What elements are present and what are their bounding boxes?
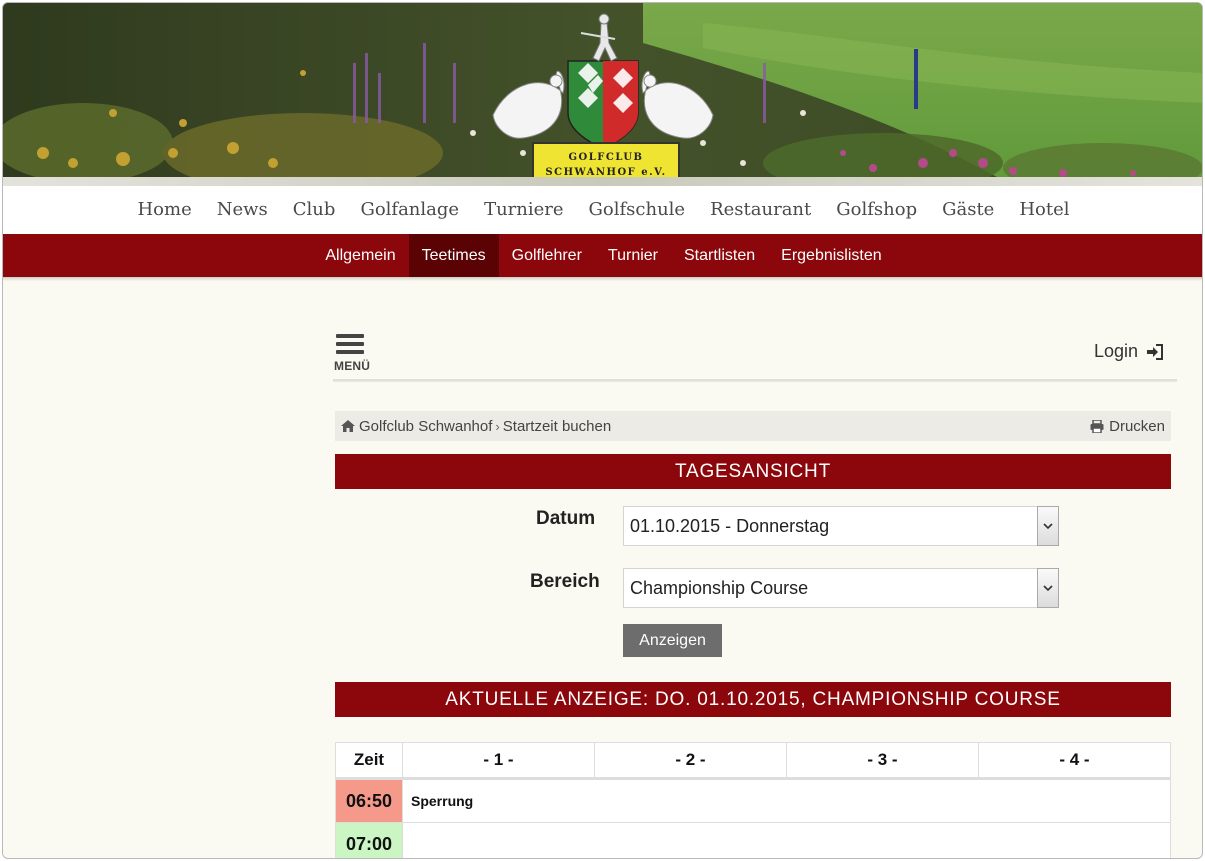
blocked-note: Sperrung [402,778,1171,823]
time-cell-free[interactable]: 07:00 [335,822,403,858]
toolbar-divider [333,379,1177,381]
column-header-flight-3: - 3 - [786,742,979,780]
hamburger-icon-bar [336,342,364,346]
print-label: Drucken [1109,417,1165,435]
tee-times-table: Zeit - 1 - - 2 - - 3 - - 4 - 06:50 Sperr… [335,742,1171,858]
banner-bottom-strip [3,177,1202,186]
login-button[interactable]: Login [1094,341,1163,362]
time-cell-blocked: 06:50 [335,778,403,823]
hamburger-icon-bar [336,350,364,354]
chevron-right-icon: › [495,418,500,434]
column-header-time: Zeit [335,742,403,780]
nav-home[interactable]: Home [125,186,204,234]
logo-text-line1: GOLFCLUB [569,152,644,163]
header-banner: GOLFCLUB SCHWANHOF e.V. [3,3,1202,186]
column-header-flight-2: - 2 - [594,742,787,780]
breadcrumb-home[interactable]: Golfclub Schwanhof [341,418,492,435]
nav-restaurant[interactable]: Restaurant [698,186,824,234]
subnav-golflehrer[interactable]: Golflehrer [499,234,595,277]
main-navigation: Home News Club Golfanlage Turniere Golfs… [3,186,1202,234]
nav-hotel[interactable]: Hotel [1007,186,1082,234]
subnav-allgemein[interactable]: Allgemein [312,234,408,277]
print-button[interactable]: Drucken [1090,418,1165,435]
nav-golfanlage[interactable]: Golfanlage [348,186,472,234]
menu-label: MENÜ [334,359,371,373]
menu-button[interactable]: MENÜ [333,331,377,375]
nav-golfschule[interactable]: Golfschule [576,186,698,234]
column-header-flight-1: - 1 - [402,742,595,780]
subnav-turnier[interactable]: Turnier [595,234,671,277]
table-header-row: Zeit - 1 - - 2 - - 3 - - 4 - [335,742,1171,780]
login-label: Login [1093,341,1138,361]
sub-navigation: Allgemein Teetimes Golflehrer Turnier St… [3,234,1202,277]
date-label: Datum [536,508,596,529]
subnav-startlisten[interactable]: Startlisten [671,234,768,277]
chevron-down-icon[interactable] [1037,568,1059,608]
nav-gaeste[interactable]: Gäste [930,186,1007,234]
table-row: 07:00 [335,822,1171,858]
hamburger-icon [336,334,364,338]
subnav-teetimes[interactable]: Teetimes [408,234,499,277]
nav-club[interactable]: Club [280,186,348,234]
home-icon [341,420,355,432]
breadcrumb-current: Startzeit buchen [502,417,612,435]
free-slot-cell[interactable] [402,822,1171,858]
chevron-down-icon[interactable] [1037,506,1059,546]
date-select-value: 01.10.2015 - Donnerstag [630,516,830,536]
subnav-shadow [3,277,1202,281]
breadcrumb: Golfclub Schwanhof › Startzeit buchen Dr… [335,411,1171,441]
nav-golfshop[interactable]: Golfshop [824,186,930,234]
day-view-heading: TAGESANSICHT [335,454,1171,489]
table-row: 06:50 Sperrung [335,778,1171,823]
show-button[interactable]: Anzeigen [623,624,722,657]
current-display-heading: AKTUELLE ANZEIGE: DO. 01.10.2015, CHAMPI… [335,682,1171,717]
column-header-flight-4: - 4 - [978,742,1171,780]
nav-news[interactable]: News [204,186,280,234]
subnav-ergebnislisten[interactable]: Ergebnislisten [768,234,895,277]
area-select-value: Championship Course [630,578,809,598]
area-label: Bereich [530,571,600,592]
date-select[interactable]: 01.10.2015 - Donnerstag [623,506,1059,546]
area-select[interactable]: Championship Course [623,568,1059,608]
banner-landscape-image: GOLFCLUB SCHWANHOF e.V. [3,3,1202,186]
breadcrumb-home-label: Golfclub Schwanhof [359,417,493,435]
nav-turniere[interactable]: Turniere [472,186,576,234]
print-icon [1090,419,1104,433]
browser-page: GOLFCLUB SCHWANHOF e.V. Home News Club G… [2,2,1203,859]
sign-in-icon [1147,343,1163,360]
